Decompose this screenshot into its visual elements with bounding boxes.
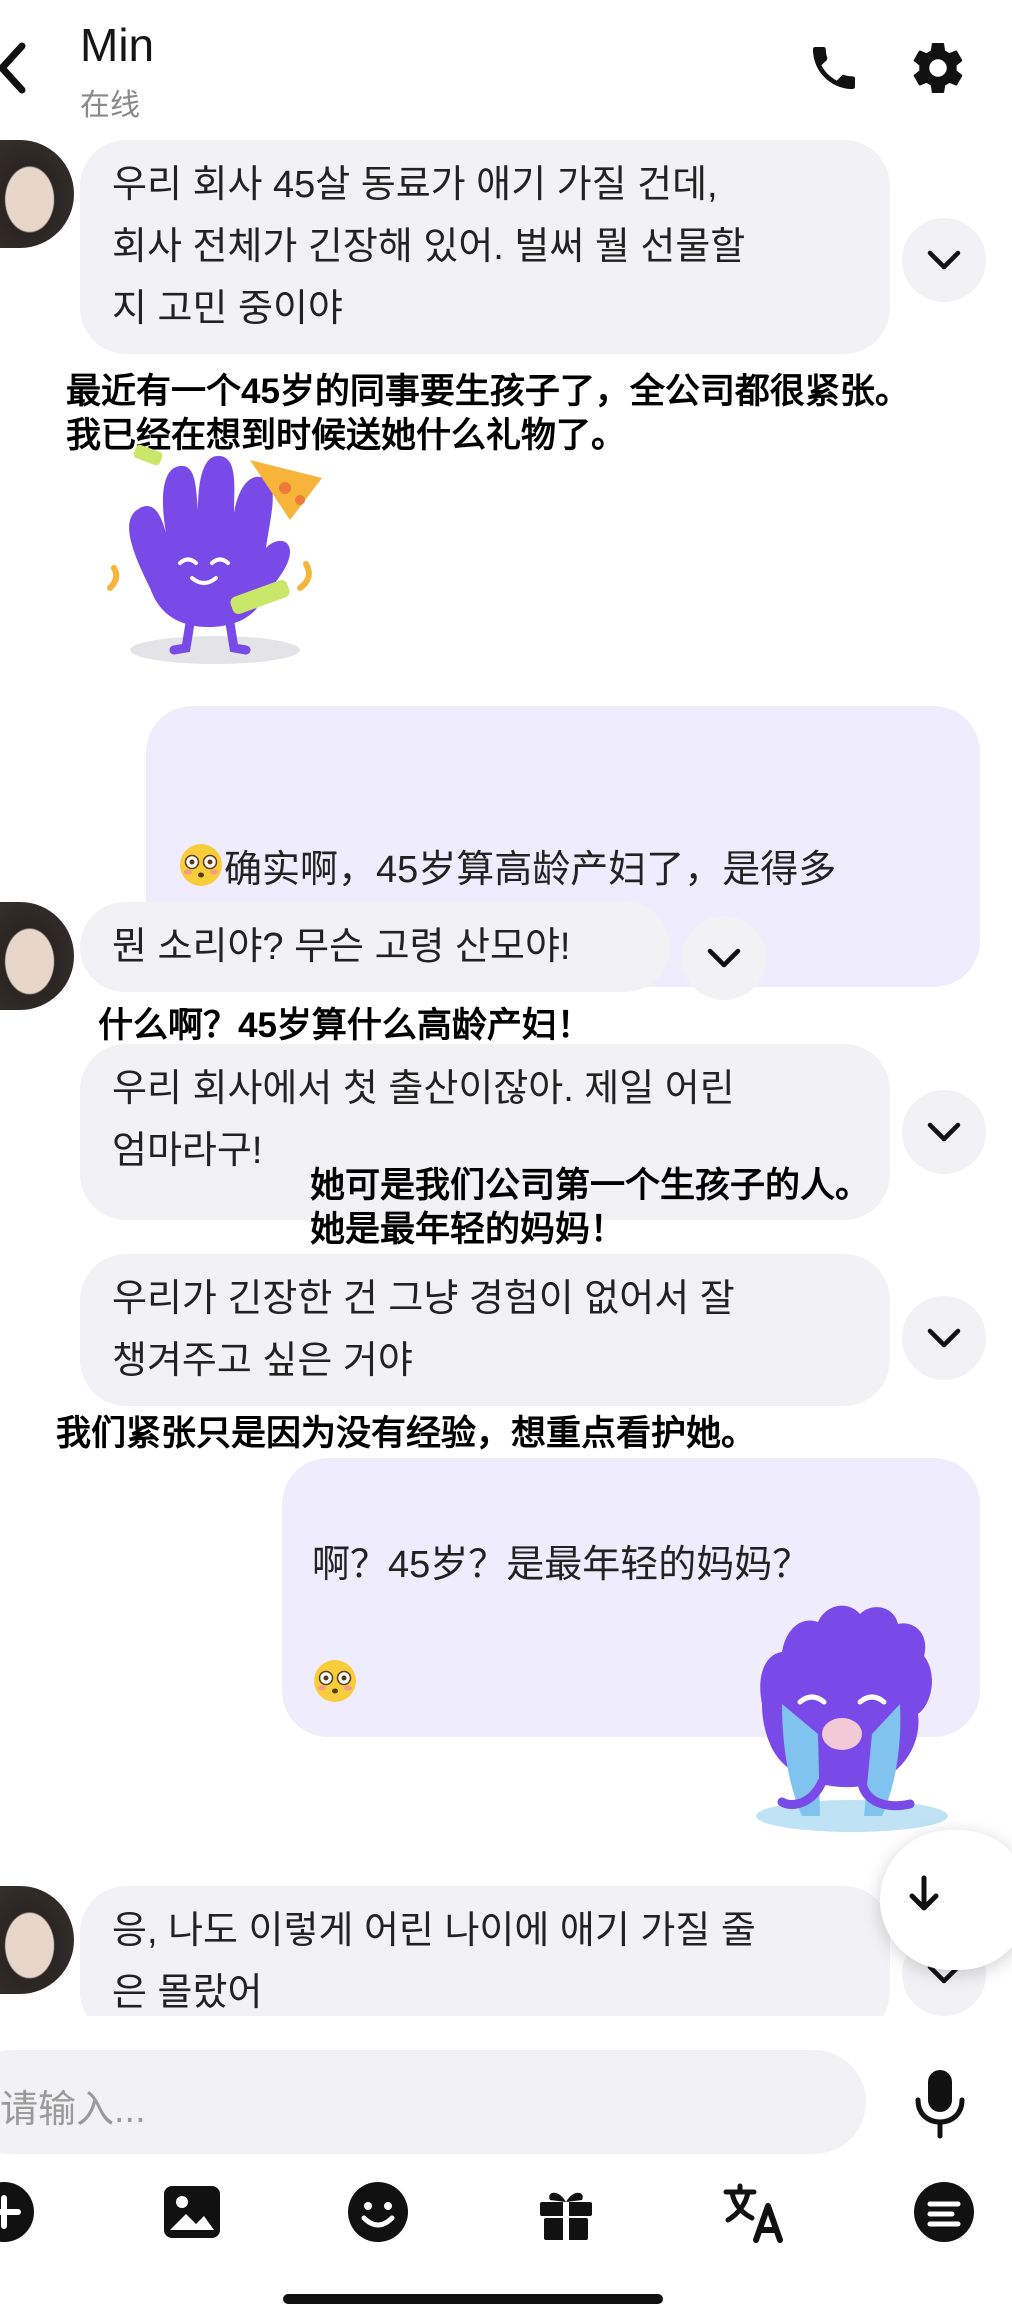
- arrow-down-icon: [909, 1875, 939, 1911]
- contact-name: Min: [80, 19, 155, 71]
- gift-icon: [540, 2192, 592, 2240]
- back-button[interactable]: [0, 38, 40, 98]
- microphone-icon: [915, 2070, 965, 2139]
- translate-button[interactable]: [722, 2180, 786, 2244]
- voice-button[interactable]: [912, 2068, 968, 2140]
- expand-translation-button[interactable]: [682, 916, 766, 1000]
- chevron-down-icon: [707, 948, 741, 968]
- translation-caption: 我们紧张只是因为没有经验，想重点看护她。: [56, 1414, 757, 1453]
- message-bubble[interactable]: 뭔 소리야? 무슨 고령 산모야!: [80, 902, 670, 992]
- chevron-down-icon: [927, 1328, 961, 1348]
- party-hand-sticker-icon: [107, 444, 322, 664]
- party-sticker[interactable]: [100, 438, 340, 668]
- avatar[interactable]: [0, 1886, 74, 1994]
- menu-icon: [914, 2182, 974, 2242]
- flushed-face-icon: [178, 780, 224, 907]
- call-button[interactable]: [806, 40, 862, 96]
- image-icon: [164, 2186, 220, 2238]
- chevron-down-icon: [927, 250, 961, 270]
- plus-icon: [0, 2182, 34, 2242]
- image-button[interactable]: [160, 2180, 224, 2244]
- emoji-button[interactable]: [346, 2180, 410, 2244]
- gift-button[interactable]: [534, 2180, 598, 2244]
- translate-icon: [723, 2183, 783, 2243]
- phone-icon: [813, 47, 855, 89]
- expand-translation-button[interactable]: [902, 1296, 986, 1380]
- settings-button[interactable]: [908, 38, 968, 98]
- translation-caption: 她可是我们公司第一个生孩子的人。 她是最年轻的妈妈！: [310, 1166, 871, 1249]
- chevron-down-icon: [927, 1122, 961, 1142]
- translation-caption: 什么啊？45岁算什么高龄产妇！: [98, 1006, 592, 1045]
- expand-translation-button[interactable]: [902, 218, 986, 302]
- chevron-left-icon: [0, 42, 26, 94]
- crying-sticker[interactable]: [742, 1594, 952, 1844]
- gear-icon: [913, 43, 963, 94]
- expand-translation-button[interactable]: [902, 1090, 986, 1174]
- avatar[interactable]: [0, 902, 74, 1010]
- avatar[interactable]: [0, 140, 74, 248]
- crying-hand-sticker-icon: [756, 1605, 948, 1832]
- flushed-face-icon: [312, 1596, 358, 1723]
- scroll-to-bottom-button[interactable]: [880, 1830, 1012, 1970]
- contact-status: 在线: [80, 89, 140, 122]
- message-input-placeholder: 请输入...: [0, 2089, 146, 2131]
- home-indicator: [283, 2294, 663, 2304]
- more-button[interactable]: [912, 2180, 976, 2244]
- message-bubble[interactable]: 우리가 긴장한 건 그냥 경험이 없어서 잘 챙겨주고 싶은 거야: [80, 1254, 890, 1406]
- emoji-icon: [348, 2182, 408, 2242]
- message-text: 啊？45岁？是最年轻的妈妈？: [312, 1544, 811, 1586]
- add-button[interactable]: [0, 2180, 36, 2244]
- message-bubble-clip: 응, 나도 이렇게 어린 나이에 애기 가질 줄 은 몰랐어: [80, 1886, 890, 2016]
- message-bubble[interactable]: 응, 나도 이렇게 어린 나이에 애기 가질 줄 은 몰랐어: [80, 1886, 890, 2016]
- message-bubble[interactable]: 우리 회사 45살 동료가 애기 가질 건데, 회사 전체가 긴장해 있어. 벌…: [80, 140, 890, 354]
